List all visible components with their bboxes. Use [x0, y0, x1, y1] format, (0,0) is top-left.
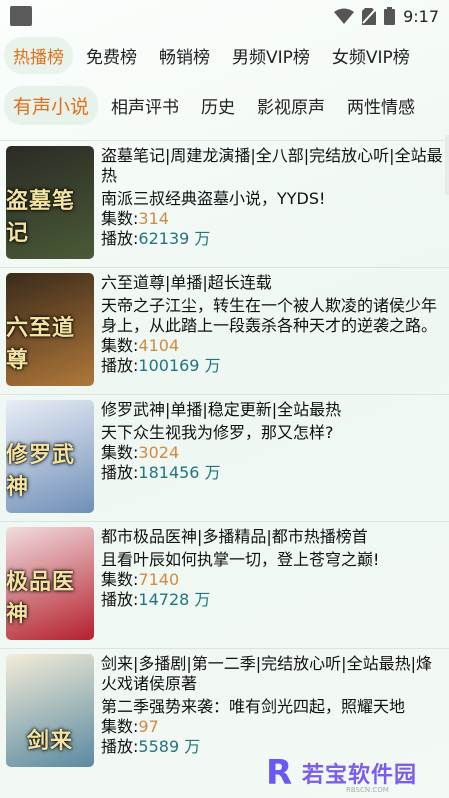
- tab-crosstalk[interactable]: 相声评书: [102, 87, 188, 124]
- play-count: 播放:181456 万: [101, 463, 443, 483]
- status-bar: 9:17: [0, 0, 449, 32]
- book-desc: 南派三叔经典盗墓小说，YYDS!: [101, 189, 326, 208]
- episode-value: 97: [138, 717, 159, 736]
- scrollbar[interactable]: [445, 135, 449, 195]
- play-count: 播放:100169 万: [101, 356, 443, 376]
- episode-count: 集数:7140: [101, 570, 443, 590]
- play-label: 播放:: [101, 737, 139, 756]
- episode-label: 集数:: [101, 717, 139, 736]
- book-desc: 天下众生视我为修罗，那又怎样?: [101, 423, 334, 442]
- no-sim-icon: [362, 7, 377, 25]
- book-title[interactable]: 都市极品医神|多播精品|都市热播榜首: [101, 527, 443, 547]
- clock: 9:17: [403, 6, 439, 26]
- watermark-logo: R: [266, 753, 293, 793]
- play-label: 播放:: [101, 463, 139, 482]
- book-cover[interactable]: 六至道尊: [6, 273, 94, 386]
- book-title[interactable]: 盗墓笔记|周建龙演播|全八部|完结放心听|全站最热: [101, 146, 443, 186]
- list-item[interactable]: 极品医神 都市极品医神|多播精品|都市热播榜首 且看叶辰如何执掌一切，登上苍穹之…: [0, 521, 449, 648]
- play-value: 14728 万: [138, 590, 211, 609]
- watermark-sub: RBSCN.COM: [346, 786, 389, 794]
- book-cover[interactable]: 极品医神: [6, 527, 94, 640]
- watermark: R 若宝软件园 RBSCN.COM: [266, 752, 436, 794]
- episode-label: 集数:: [101, 443, 139, 462]
- play-label: 播放:: [101, 229, 139, 248]
- tab-relationship[interactable]: 两性情感: [338, 87, 424, 124]
- tab-history[interactable]: 历史: [192, 87, 244, 124]
- tab-female-vip-rank[interactable]: 女频VIP榜: [323, 37, 419, 74]
- book-title[interactable]: 修罗武神|单播|稳定更新|全站最热: [101, 400, 443, 420]
- play-count: 播放:14728 万: [101, 590, 443, 610]
- category-tabs: 有声小说 相声评书 历史 影视原声 两性情感: [0, 82, 449, 128]
- list-item[interactable]: 修罗武神 修罗武神|单播|稳定更新|全站最热 天下众生视我为修罗，那又怎样? 集…: [0, 394, 449, 521]
- episode-count: 集数:97: [101, 717, 443, 737]
- book-desc: 第二季强势来袭：唯有剑光四起，照耀天地: [101, 697, 406, 716]
- cover-title: 盗墓笔记: [6, 188, 76, 246]
- tab-hot-rank[interactable]: 热播榜: [4, 36, 73, 74]
- notification-icon: [10, 6, 32, 26]
- list-item[interactable]: 盗墓笔记 盗墓笔记|周建龙演播|全八部|完结放心听|全站最热 南派三叔经典盗墓小…: [0, 140, 449, 267]
- play-label: 播放:: [101, 590, 139, 609]
- play-value: 5589 万: [138, 737, 201, 756]
- episode-count: 集数:3024: [101, 443, 443, 463]
- book-info: 修罗武神|单播|稳定更新|全站最热 天下众生视我为修罗，那又怎样? 集数:302…: [94, 400, 443, 516]
- book-cover[interactable]: 剑来: [6, 654, 94, 767]
- tab-male-vip-rank[interactable]: 男频VIP榜: [223, 37, 319, 74]
- play-value: 100169 万: [138, 356, 221, 375]
- book-cover[interactable]: 修罗武神: [6, 400, 94, 513]
- audiobook-list: 盗墓笔记 盗墓笔记|周建龙演播|全八部|完结放心听|全站最热 南派三叔经典盗墓小…: [0, 140, 449, 775]
- book-desc: 天帝之子江尘，转生在一个被人欺凌的诸侯少年身上，从此踏上一段轰杀各种天才的逆袭之…: [101, 296, 438, 335]
- episode-count: 集数:4104: [101, 336, 443, 356]
- episode-value: 3024: [138, 443, 180, 462]
- cover-title: 修罗武神: [6, 442, 76, 500]
- play-value: 181456 万: [138, 463, 221, 482]
- wifi-icon: [334, 8, 355, 24]
- cover-title: 极品医神: [6, 569, 76, 627]
- rank-tabs: 热播榜 免费榜 畅销榜 男频VIP榜 女频VIP榜: [0, 32, 449, 78]
- play-count: 播放:62139 万: [101, 229, 443, 249]
- cover-title: 六至道尊: [6, 315, 76, 373]
- book-desc: 且看叶辰如何执掌一切，登上苍穹之巅!: [101, 550, 380, 569]
- episode-value: 7140: [138, 570, 180, 589]
- book-info: 盗墓笔记|周建龙演播|全八部|完结放心听|全站最热 南派三叔经典盗墓小说，YYD…: [94, 146, 443, 262]
- episode-label: 集数:: [101, 336, 139, 355]
- battery-icon: [384, 7, 396, 25]
- book-title[interactable]: 剑来|多播剧|第一二季|完结放心听|全站最热|烽火戏诸侯原著: [101, 654, 443, 694]
- book-cover[interactable]: 盗墓笔记: [6, 146, 94, 259]
- tab-bestseller-rank[interactable]: 畅销榜: [150, 37, 219, 74]
- book-title[interactable]: 六至道尊|单播|超长连载: [101, 273, 443, 293]
- tab-audio-novel[interactable]: 有声小说: [4, 85, 99, 125]
- episode-value: 4104: [138, 336, 180, 355]
- episode-label: 集数:: [101, 209, 139, 228]
- cover-title: 剑来: [26, 728, 73, 754]
- episode-count: 集数:314: [101, 209, 443, 229]
- episode-value: 314: [138, 209, 169, 228]
- book-info: 六至道尊|单播|超长连载 天帝之子江尘，转生在一个被人欺凌的诸侯少年身上，从此踏…: [94, 273, 443, 389]
- list-item[interactable]: 六至道尊 六至道尊|单播|超长连载 天帝之子江尘，转生在一个被人欺凌的诸侯少年身…: [0, 267, 449, 394]
- watermark-text: 若宝软件园: [302, 763, 418, 788]
- episode-label: 集数:: [101, 570, 139, 589]
- play-label: 播放:: [101, 356, 139, 375]
- tab-soundtrack[interactable]: 影视原声: [248, 87, 334, 124]
- book-info: 都市极品医神|多播精品|都市热播榜首 且看叶辰如何执掌一切，登上苍穹之巅! 集数…: [94, 527, 443, 643]
- tab-free-rank[interactable]: 免费榜: [77, 37, 146, 74]
- play-value: 62139 万: [138, 229, 211, 248]
